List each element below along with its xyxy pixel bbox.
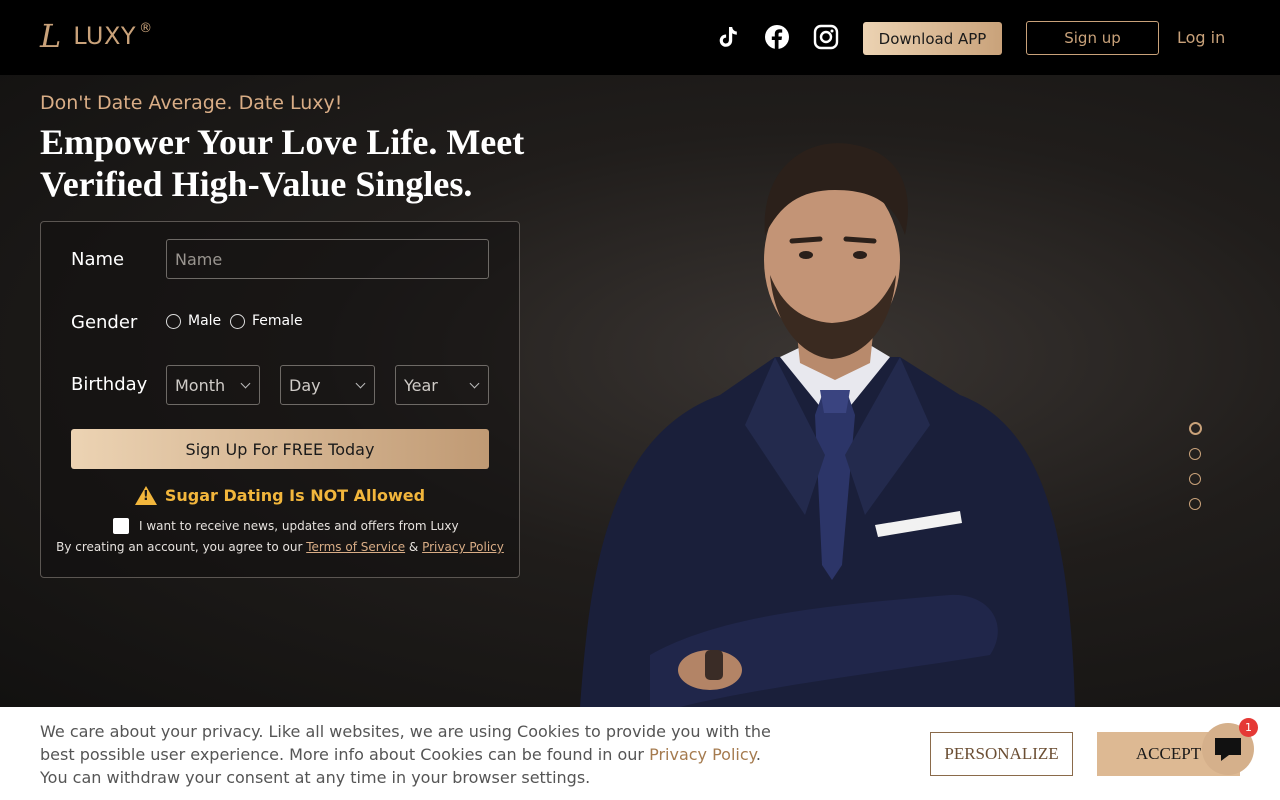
day-select[interactable]: Day xyxy=(280,365,375,405)
cookie-line2: You can withdraw your consent at any tim… xyxy=(40,768,591,787)
radio-circle xyxy=(230,313,245,329)
carousel-dots xyxy=(1189,422,1202,523)
month-select[interactable]: Month xyxy=(166,365,260,405)
sugar-dating-warning: Sugar Dating Is NOT Allowed xyxy=(41,486,519,505)
signup-form: Name Gender Male Female Birthday Month D… xyxy=(40,221,520,578)
personalize-button[interactable]: PERSONALIZE xyxy=(930,732,1073,776)
name-label: Name xyxy=(71,249,125,270)
terms-amp: & xyxy=(405,540,423,554)
chevron-down-icon xyxy=(355,378,366,388)
female-label: Female xyxy=(252,313,303,329)
chat-badge: 1 xyxy=(1239,718,1258,737)
cookie-line1-end: . xyxy=(755,745,761,764)
radio-circle xyxy=(166,313,181,329)
chat-icon xyxy=(1215,738,1241,761)
hero-section: Don't Date Average. Date Luxy! Empower Y… xyxy=(0,75,1280,707)
year-select[interactable]: Year xyxy=(395,365,489,405)
privacy-policy-link[interactable]: Privacy Policy xyxy=(422,540,504,554)
carousel-dot[interactable] xyxy=(1189,422,1202,435)
carousel-dot[interactable] xyxy=(1189,448,1201,460)
warning-icon xyxy=(134,486,157,505)
month-value: Month xyxy=(175,375,226,395)
tiktok-icon[interactable] xyxy=(715,24,741,50)
birthday-label: Birthday xyxy=(71,374,148,395)
day-value: Day xyxy=(289,375,321,395)
carousel-dot[interactable] xyxy=(1189,498,1201,510)
terms-of-service-link[interactable]: Terms of Service xyxy=(306,540,405,554)
cookie-banner: We care about your privacy. Like all web… xyxy=(0,707,1280,800)
login-link[interactable]: Log in xyxy=(1177,28,1225,47)
warning-text: Sugar Dating Is NOT Allowed xyxy=(164,486,426,505)
newsletter-checkbox[interactable] xyxy=(113,518,129,534)
logo-text: LUXY xyxy=(73,22,137,50)
site-header: L LUXY ® Download APP Sign up Log in xyxy=(0,0,1280,75)
cookie-privacy-link[interactable]: Privacy Policy xyxy=(649,745,756,764)
terms-prefix: By creating an account, you agree to our xyxy=(56,540,307,554)
registered-mark: ® xyxy=(139,20,153,36)
cookie-message: We care about your privacy. Like all web… xyxy=(40,720,800,789)
gender-female-radio[interactable]: Female xyxy=(230,313,303,329)
gender-male-radio[interactable]: Male xyxy=(166,313,221,329)
instagram-icon[interactable] xyxy=(813,24,839,50)
year-value: Year xyxy=(404,375,438,395)
tagline: Don't Date Average. Date Luxy! xyxy=(40,92,343,114)
gender-label: Gender xyxy=(71,312,138,333)
download-app-button[interactable]: Download APP xyxy=(863,22,1002,55)
carousel-dot[interactable] xyxy=(1189,473,1201,485)
name-input[interactable] xyxy=(166,239,489,279)
facebook-icon[interactable] xyxy=(764,24,790,50)
male-label: Male xyxy=(188,313,222,329)
newsletter-label: I want to receive news, updates and offe… xyxy=(139,519,459,533)
signup-button[interactable]: Sign up xyxy=(1026,21,1159,55)
chevron-down-icon xyxy=(469,378,480,388)
logo-mark: L xyxy=(40,17,62,55)
signup-free-button[interactable]: Sign Up For FREE Today xyxy=(71,429,489,469)
chevron-down-icon xyxy=(240,378,251,388)
terms-notice: By creating an account, you agree to our… xyxy=(41,540,519,554)
newsletter-row: I want to receive news, updates and offe… xyxy=(113,518,459,534)
page-title: Empower Your Love Life. Meet Verified Hi… xyxy=(40,122,525,204)
hero-model-image xyxy=(580,143,1075,707)
luxy-logo[interactable]: L LUXY ® xyxy=(40,20,152,52)
